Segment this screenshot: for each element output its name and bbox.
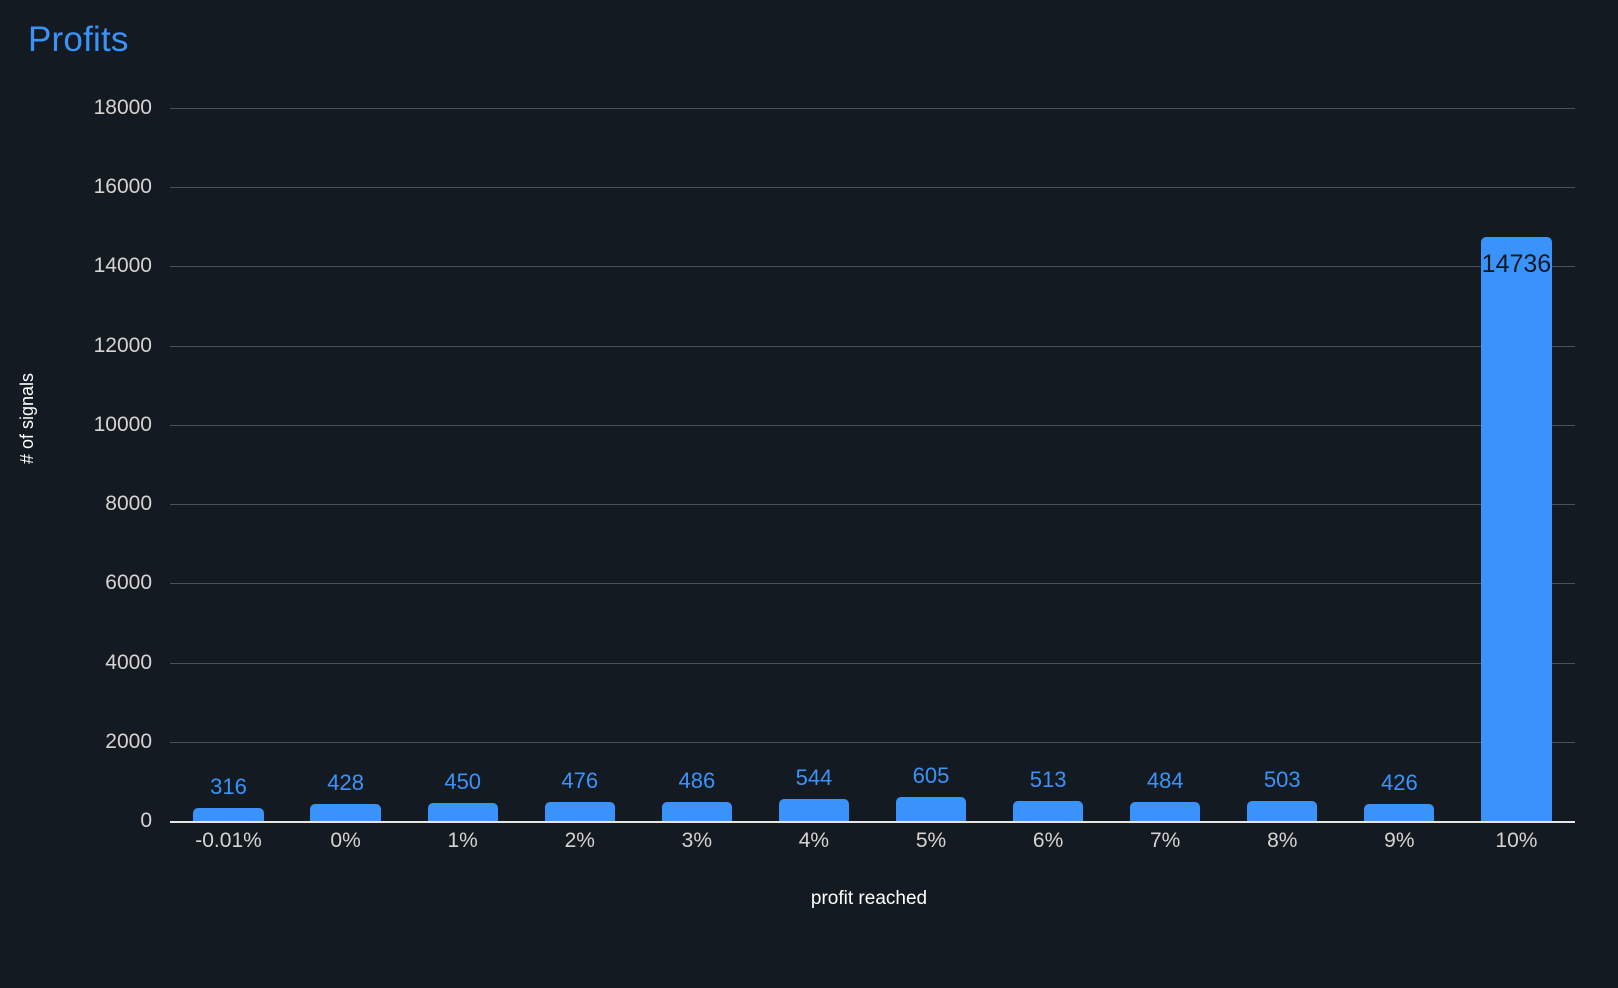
bar-slot: 4280% bbox=[287, 108, 404, 821]
bar[interactable] bbox=[1364, 804, 1434, 821]
y-axis-tick-label: 10000 bbox=[94, 413, 152, 437]
bar[interactable] bbox=[1013, 801, 1083, 821]
y-axis-tick-label: 0 bbox=[140, 809, 152, 833]
bar-slot: 1473610% bbox=[1458, 108, 1575, 821]
x-axis-tick-label: 6% bbox=[1033, 829, 1063, 853]
x-axis-tick-label: -0.01% bbox=[195, 829, 262, 853]
x-axis-tick-label: 10% bbox=[1495, 829, 1537, 853]
bar-slot: 4847% bbox=[1107, 108, 1224, 821]
bar-slot: 6055% bbox=[873, 108, 990, 821]
y-axis-tick-label: 8000 bbox=[105, 492, 152, 516]
bar-slot: 4863% bbox=[638, 108, 755, 821]
bar-slot: 4762% bbox=[521, 108, 638, 821]
bar-value-label: 428 bbox=[327, 770, 364, 796]
chart-title: Profits bbox=[28, 20, 129, 60]
bar-slot: 5444% bbox=[755, 108, 872, 821]
bar[interactable] bbox=[310, 804, 380, 821]
bar[interactable] bbox=[1130, 802, 1200, 821]
bar-value-label: 513 bbox=[1030, 767, 1067, 793]
bar[interactable] bbox=[896, 797, 966, 821]
x-axis-tick-label: 5% bbox=[916, 829, 946, 853]
x-axis-tick-label: 2% bbox=[565, 829, 595, 853]
plot-area: 316-0.01%4280%4501%4762%4863%5444%6055%5… bbox=[170, 108, 1575, 821]
x-axis-tick-label: 9% bbox=[1384, 829, 1414, 853]
bar-slot: 4269% bbox=[1341, 108, 1458, 821]
y-axis-title: # of signals bbox=[17, 373, 38, 464]
x-axis-tick-label: 8% bbox=[1267, 829, 1297, 853]
x-axis-tick-label: 0% bbox=[330, 829, 360, 853]
axis-baseline bbox=[170, 821, 1575, 823]
x-axis-tick-label: 1% bbox=[448, 829, 478, 853]
y-axis-tick-label: 16000 bbox=[94, 175, 152, 199]
chart-container: Profits # of signals 0 2000 4000 6000 8000 10… bbox=[0, 0, 1618, 988]
x-axis-tick-label: 7% bbox=[1150, 829, 1180, 853]
bar-value-label: 605 bbox=[913, 763, 950, 789]
bar-value-label: 503 bbox=[1264, 767, 1301, 793]
bar-value-label: 426 bbox=[1381, 770, 1418, 796]
bar[interactable] bbox=[779, 799, 849, 821]
bar-slot: 316-0.01% bbox=[170, 108, 287, 821]
bar-value-label: 476 bbox=[561, 768, 598, 794]
bar-value-label: 316 bbox=[210, 774, 247, 800]
bar[interactable] bbox=[1481, 237, 1551, 821]
bar-slot: 5038% bbox=[1224, 108, 1341, 821]
bar-value-label: 544 bbox=[796, 765, 833, 791]
y-axis-tick-label: 4000 bbox=[105, 651, 152, 675]
bar[interactable] bbox=[545, 802, 615, 821]
bar-slot: 4501% bbox=[404, 108, 521, 821]
bar[interactable] bbox=[1247, 801, 1317, 821]
bar-slot: 5136% bbox=[990, 108, 1107, 821]
x-axis-tick-label: 3% bbox=[682, 829, 712, 853]
x-axis-tick-label: 4% bbox=[799, 829, 829, 853]
bar-value-label: 484 bbox=[1147, 768, 1184, 794]
x-axis-title: profit reached bbox=[0, 888, 1618, 910]
bar-value-label: 450 bbox=[444, 769, 481, 795]
y-axis-tick-label: 6000 bbox=[105, 571, 152, 595]
bar[interactable] bbox=[193, 808, 263, 821]
bar-value-label: 14736 bbox=[1482, 250, 1552, 279]
bar-value-label: 486 bbox=[679, 768, 716, 794]
y-axis-tick-label: 12000 bbox=[94, 334, 152, 358]
y-axis-tick-label: 18000 bbox=[94, 96, 152, 120]
y-axis-tick-label: 2000 bbox=[105, 730, 152, 754]
bar[interactable] bbox=[428, 803, 498, 821]
x-axis-title-text: profit reached bbox=[811, 888, 927, 910]
bar[interactable] bbox=[662, 802, 732, 821]
y-axis-tick-label: 14000 bbox=[94, 254, 152, 278]
